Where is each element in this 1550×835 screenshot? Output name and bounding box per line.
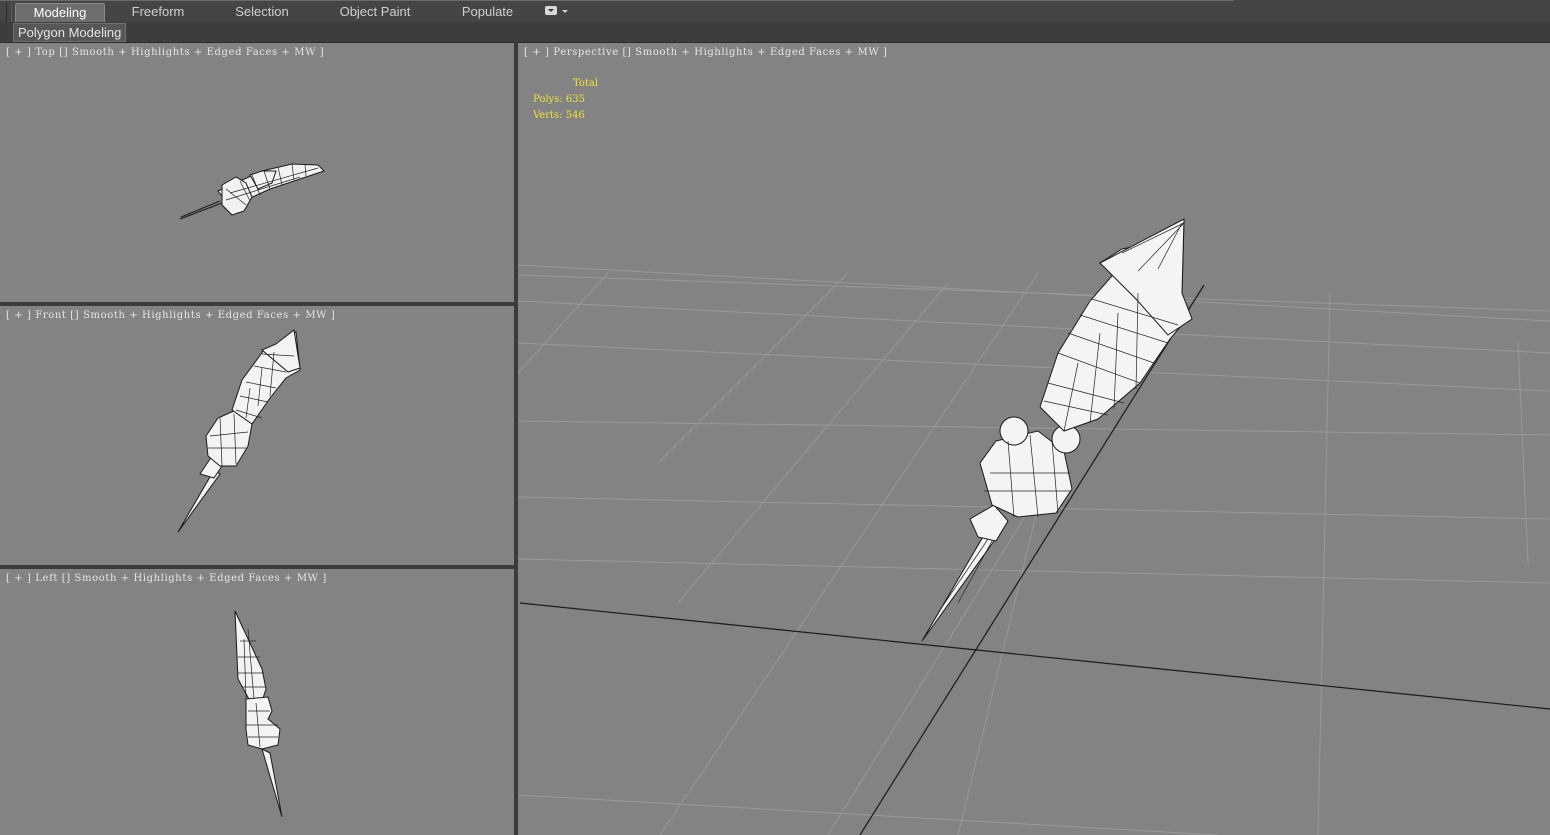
chevron-down-icon (562, 10, 568, 13)
ribbon-tab-bar: Modeling Freeform Selection Object Paint… (0, 0, 1550, 40)
panel-toggle-icon (545, 6, 557, 15)
mesh-guard (969, 504, 1009, 542)
front-view-mesh (177, 329, 301, 533)
left-view-mesh (234, 610, 283, 818)
viewport-perspective-label[interactable]: [ + ] Perspective [] Smooth + Highlights… (524, 47, 888, 58)
mesh-hilt (245, 696, 281, 750)
tab-populate[interactable]: Populate (450, 3, 525, 21)
dropdown-options-icon[interactable] (543, 5, 569, 17)
home-grid (518, 264, 1550, 835)
viewport-left-label[interactable]: [ + ] Left [] Smooth + Highlights + Edge… (6, 573, 327, 584)
stats-header: Total (573, 78, 599, 89)
tab-modeling[interactable]: Modeling (15, 3, 105, 22)
top-view-mesh (179, 163, 325, 220)
viewport-front[interactable]: [ + ] Front [] Smooth + Highlights + Edg… (0, 306, 514, 565)
mesh-blade (261, 748, 283, 818)
tab-selection[interactable]: Selection (222, 3, 302, 21)
tab-object-paint[interactable]: Object Paint (330, 3, 420, 21)
stats-polys-label: Polys: (533, 94, 563, 105)
viewport-top[interactable]: [ + ] Top [] Smooth + Highlights + Edged… (0, 43, 514, 302)
perspective-grid-and-mesh (518, 218, 1550, 835)
viewport-perspective[interactable]: [ + ] Perspective [] Smooth + Highlights… (518, 43, 1550, 835)
ribbon-panel: Polygon Modeling (0, 22, 1550, 43)
viewport-left[interactable]: [ + ] Left [] Smooth + Highlights + Edge… (0, 569, 514, 835)
tab-freeform[interactable]: Freeform (118, 3, 198, 21)
mesh-knot-left (999, 416, 1029, 446)
stats-polys-value: 635 (565, 94, 585, 105)
ribbon-top-highlight (0, 0, 1234, 1)
stats-verts: Verts: 546 (533, 108, 598, 124)
mesh-blade (179, 202, 223, 220)
stats-verts-label: Verts: (533, 110, 563, 121)
stats-polys: Polys: 635 (533, 92, 598, 108)
polygon-modeling-panel-button[interactable]: Polygon Modeling (13, 23, 127, 42)
statistics-overlay: Total Polys: 635 Verts: 546 (533, 76, 598, 124)
mesh-blade (177, 469, 221, 533)
viewport-front-label[interactable]: [ + ] Front [] Smooth + Highlights + Edg… (6, 310, 335, 321)
viewport-top-label[interactable]: [ + ] Top [] Smooth + Highlights + Edged… (6, 47, 324, 58)
stats-verts-value: 546 (565, 110, 585, 121)
